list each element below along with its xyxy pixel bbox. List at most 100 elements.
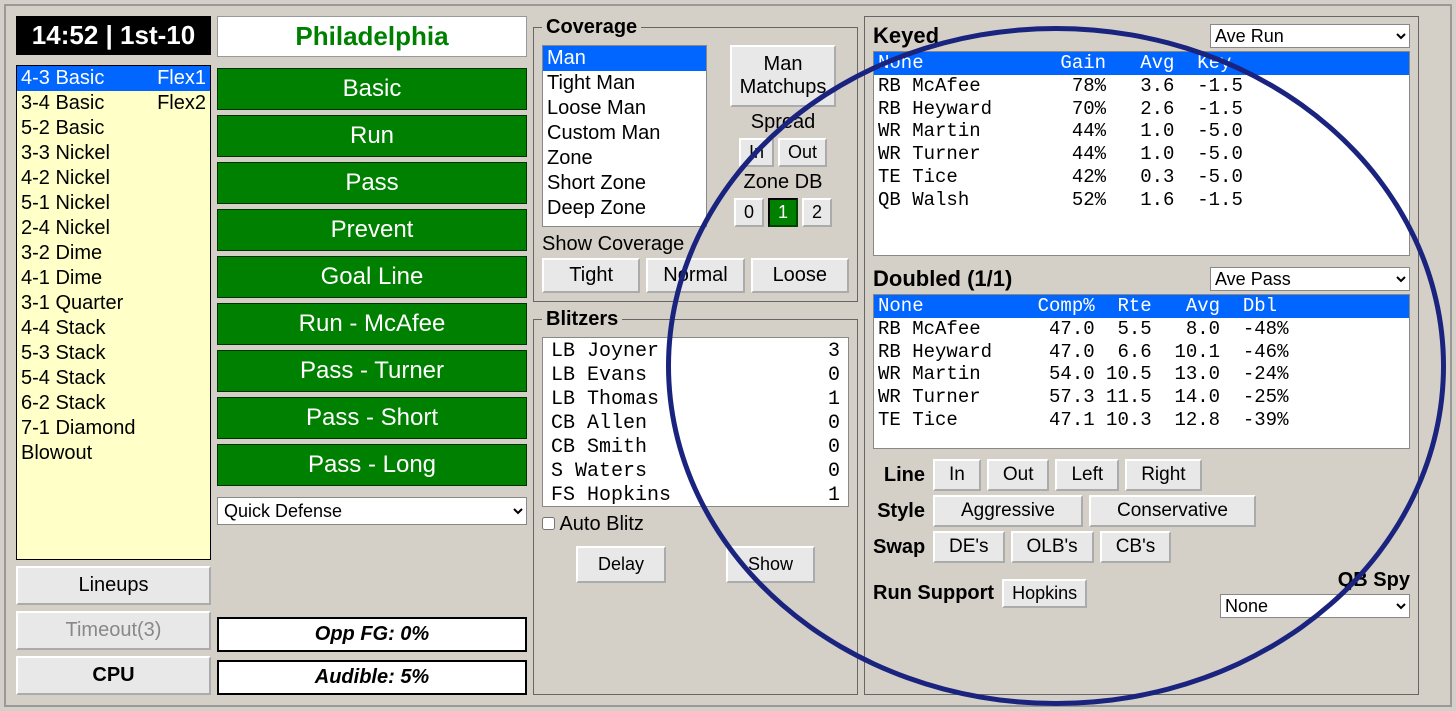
formation-row[interactable]: 7-1 Diamond: [17, 416, 210, 441]
blitz-show-button[interactable]: Show: [726, 546, 815, 583]
line-left-button[interactable]: Left: [1055, 459, 1119, 491]
blitzer-row[interactable]: FS Hopkins1: [545, 484, 846, 508]
coverage-list[interactable]: ManTight ManLoose ManCustom ManZoneShort…: [542, 45, 707, 227]
opp-fg-status: Opp FG: 0%: [217, 617, 527, 652]
swap-cb-button[interactable]: CB's: [1100, 531, 1172, 563]
zonedb-button[interactable]: 1: [768, 198, 798, 227]
line-label: Line: [873, 464, 933, 487]
style-aggressive-button[interactable]: Aggressive: [933, 495, 1083, 527]
play-button[interactable]: Basic: [217, 68, 527, 110]
coverage-item[interactable]: Short Zone: [543, 171, 706, 196]
zonedb-button[interactable]: 0: [734, 198, 764, 227]
formation-row[interactable]: 5-4 Stack: [17, 366, 210, 391]
quick-defense-select[interactable]: Quick Defense: [217, 497, 527, 525]
keyed-row[interactable]: QB Walsh 52% 1.6 -1.5: [874, 189, 1409, 212]
clock-time: 14:52: [32, 20, 99, 50]
style-label: Style: [873, 500, 933, 523]
blitzer-list[interactable]: LB Joyner3LB Evans0LB Thomas1CB Allen0CB…: [542, 337, 849, 507]
blitz-delay-button[interactable]: Delay: [576, 546, 666, 583]
play-button[interactable]: Run - McAfee: [217, 303, 527, 345]
keyed-row[interactable]: RB McAfee 78% 3.6 -1.5: [874, 75, 1409, 98]
formation-row[interactable]: 4-3 BasicFlex1: [17, 66, 210, 91]
play-button[interactable]: Pass - Long: [217, 444, 527, 486]
line-in-button[interactable]: In: [933, 459, 981, 491]
line-out-button[interactable]: Out: [987, 459, 1050, 491]
swap-olb-button[interactable]: OLB's: [1011, 531, 1094, 563]
qbspy-select[interactable]: None: [1220, 594, 1410, 618]
right-panel: Keyed Ave Run None Gain Avg KeyRB McAfee…: [864, 16, 1419, 695]
timeout-button[interactable]: Timeout(3): [16, 611, 211, 650]
showcov-loose-button[interactable]: Loose: [751, 258, 849, 293]
formation-row[interactable]: 3-2 Dime: [17, 241, 210, 266]
coverage-item[interactable]: Loose Man: [543, 96, 706, 121]
formation-row[interactable]: 3-3 Nickel: [17, 141, 210, 166]
zonedb-buttons: 012: [734, 198, 832, 227]
blitzer-row[interactable]: CB Allen0: [545, 412, 846, 436]
coverage-item[interactable]: Zone: [543, 146, 706, 171]
swap-de-button[interactable]: DE's: [933, 531, 1005, 563]
keyed-row[interactable]: RB Heyward 70% 2.6 -1.5: [874, 98, 1409, 121]
coverage-panel: Coverage ManTight ManLoose ManCustom Man…: [533, 16, 858, 302]
coverage-item[interactable]: Custom Man: [543, 121, 706, 146]
blitzer-row[interactable]: CB Smith0: [545, 436, 846, 460]
play-button[interactable]: Goal Line: [217, 256, 527, 298]
keyed-row[interactable]: WR Turner 44% 1.0 -5.0: [874, 143, 1409, 166]
cpu-button[interactable]: CPU: [16, 656, 211, 695]
showcov-tight-button[interactable]: Tight: [542, 258, 640, 293]
play-button[interactable]: Pass - Turner: [217, 350, 527, 392]
formation-row[interactable]: 4-4 Stack: [17, 316, 210, 341]
formation-row[interactable]: 5-3 Stack: [17, 341, 210, 366]
blitzer-row[interactable]: S Waters0: [545, 460, 846, 484]
doubled-select[interactable]: Ave Pass: [1210, 267, 1410, 291]
style-conservative-button[interactable]: Conservative: [1089, 495, 1256, 527]
line-right-button[interactable]: Right: [1125, 459, 1201, 491]
qbspy-label: QB Spy: [1220, 569, 1410, 592]
blitzer-row[interactable]: LB Joyner3: [545, 340, 846, 364]
doubled-row[interactable]: RB McAfee 47.0 5.5 8.0 -48%: [874, 318, 1409, 341]
formation-row[interactable]: 4-2 Nickel: [17, 166, 210, 191]
clock-bar: 14:52 | 1st-10: [16, 16, 211, 55]
keyed-list[interactable]: None Gain Avg KeyRB McAfee 78% 3.6 -1.5R…: [873, 51, 1410, 256]
formation-row[interactable]: 6-2 Stack: [17, 391, 210, 416]
coverage-item[interactable]: Man: [543, 46, 706, 71]
showcov-normal-button[interactable]: Normal: [646, 258, 744, 293]
formation-row[interactable]: 3-4 BasicFlex2: [17, 91, 210, 116]
blitzer-row[interactable]: LB Thomas1: [545, 388, 846, 412]
spread-in-button[interactable]: In: [739, 138, 774, 167]
zonedb-button[interactable]: 2: [802, 198, 832, 227]
play-button[interactable]: Prevent: [217, 209, 527, 251]
run-support-label: Run Support: [873, 582, 994, 605]
show-coverage-label: Show Coverage: [542, 233, 849, 256]
doubled-row[interactable]: RB Heyward 47.0 6.6 10.1 -46%: [874, 341, 1409, 364]
play-button[interactable]: Pass: [217, 162, 527, 204]
blitzer-row[interactable]: LB Evans0: [545, 364, 846, 388]
formation-row[interactable]: 5-1 Nickel: [17, 191, 210, 216]
doubled-list[interactable]: None Comp% Rte Avg DblRB McAfee 47.0 5.5…: [873, 294, 1410, 449]
play-buttons: Basic Run Pass Prevent Goal Line Run - McAfee…: [217, 63, 527, 486]
auto-blitz-checkbox[interactable]: [542, 517, 555, 530]
play-button[interactable]: Pass - Short: [217, 397, 527, 439]
formation-row[interactable]: 2-4 Nickel: [17, 216, 210, 241]
formation-row[interactable]: 4-1 Dime: [17, 266, 210, 291]
run-support-button[interactable]: Hopkins: [1002, 579, 1087, 608]
coverage-item[interactable]: Tight Man: [543, 71, 706, 96]
lineups-button[interactable]: Lineups: [16, 566, 211, 605]
clock-down: 1st-10: [120, 20, 195, 50]
keyed-row[interactable]: WR Martin 44% 1.0 -5.0: [874, 120, 1409, 143]
doubled-row[interactable]: TE Tice 47.1 10.3 12.8 -39%: [874, 409, 1409, 432]
coverage-item[interactable]: Deep Zone: [543, 196, 706, 221]
keyed-select[interactable]: Ave Run: [1210, 24, 1410, 48]
formation-list[interactable]: 4-3 BasicFlex13-4 BasicFlex25-2 Basic3-3…: [16, 65, 211, 560]
play-button[interactable]: Run: [217, 115, 527, 157]
spread-out-button[interactable]: Out: [778, 138, 827, 167]
man-matchups-button[interactable]: ManMatchups: [730, 45, 837, 107]
keyed-row[interactable]: TE Tice 42% 0.3 -5.0: [874, 166, 1409, 189]
doubled-row[interactable]: WR Turner 57.3 11.5 14.0 -25%: [874, 386, 1409, 409]
doubled-row[interactable]: WR Martin 54.0 10.5 13.0 -24%: [874, 363, 1409, 386]
formation-row[interactable]: Blowout: [17, 441, 210, 466]
formation-row[interactable]: 3-1 Quarter: [17, 291, 210, 316]
blitzers-title: Blitzers: [542, 308, 622, 331]
formation-row[interactable]: 5-2 Basic: [17, 116, 210, 141]
doubled-title: Doubled (1/1): [873, 266, 1012, 292]
audible-status: Audible: 5%: [217, 660, 527, 695]
